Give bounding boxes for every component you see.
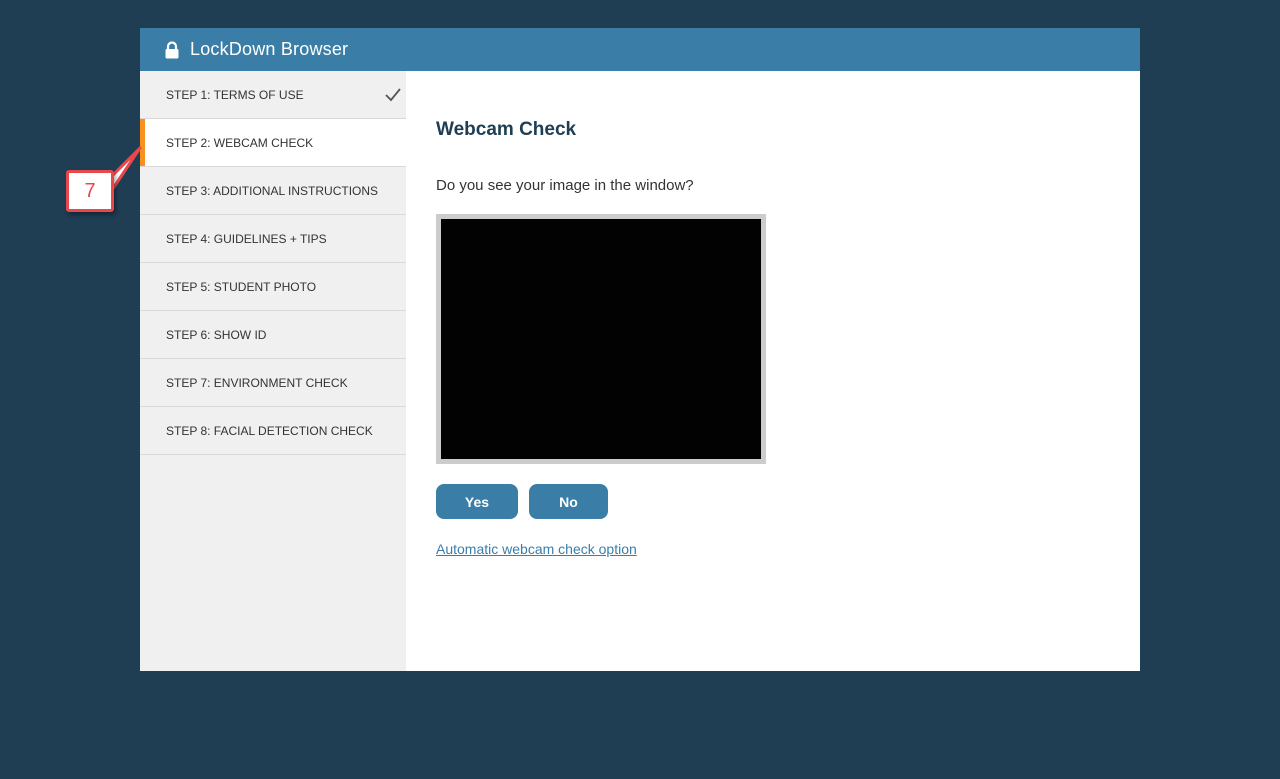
page-title: Webcam Check: [436, 119, 577, 140]
yes-button[interactable]: Yes: [436, 484, 518, 519]
step-facial-detection-check[interactable]: STEP 8: FACIAL DETECTION CHECK: [140, 407, 406, 455]
step-environment-check[interactable]: STEP 7: ENVIRONMENT CHECK: [140, 359, 406, 407]
lockdown-browser-window: LockDown Browser STEP 1: TERMS OF USE ST…: [140, 28, 1140, 671]
main-content: Webcam Check Do you see your image in th…: [436, 71, 1116, 559]
step-label: STEP 7: ENVIRONMENT CHECK: [166, 375, 348, 390]
annotation-number: 7: [84, 179, 96, 202]
step-label: STEP 5: STUDENT PHOTO: [166, 279, 317, 294]
automatic-webcam-check-link[interactable]: Automatic webcam check option: [436, 541, 637, 557]
webcam-preview: [436, 214, 766, 464]
step-terms-of-use[interactable]: STEP 1: TERMS OF USE: [140, 71, 406, 119]
step-additional-instructions[interactable]: STEP 3: ADDITIONAL INSTRUCTIONS: [140, 167, 406, 215]
step-student-photo[interactable]: STEP 5: STUDENT PHOTO: [140, 263, 406, 311]
answer-buttons: Yes No: [436, 484, 1116, 519]
title-bar: LockDown Browser: [140, 28, 1140, 71]
step-label: STEP 8: FACIAL DETECTION CHECK: [166, 423, 373, 438]
lock-icon: [165, 40, 179, 58]
checkmark-icon: [385, 88, 401, 102]
step-label: STEP 2: WEBCAM CHECK: [166, 135, 314, 150]
step-label: STEP 1: TERMS OF USE: [166, 87, 304, 102]
annotation-callout: 7: [66, 170, 114, 212]
step-label: STEP 6: SHOW ID: [166, 327, 267, 342]
window-title: LockDown Browser: [190, 39, 349, 59]
step-label: STEP 4: GUIDELINES + TIPS: [166, 231, 327, 246]
step-webcam-check[interactable]: STEP 2: WEBCAM CHECK: [140, 119, 406, 167]
step-guidelines-tips[interactable]: STEP 4: GUIDELINES + TIPS: [140, 215, 406, 263]
webcam-question: Do you see your image in the window?: [436, 177, 694, 194]
step-show-id[interactable]: STEP 6: SHOW ID: [140, 311, 406, 359]
steps-sidebar: STEP 1: TERMS OF USE STEP 2: WEBCAM CHEC…: [140, 71, 406, 671]
no-button[interactable]: No: [529, 484, 608, 519]
step-label: STEP 3: ADDITIONAL INSTRUCTIONS: [166, 183, 379, 198]
